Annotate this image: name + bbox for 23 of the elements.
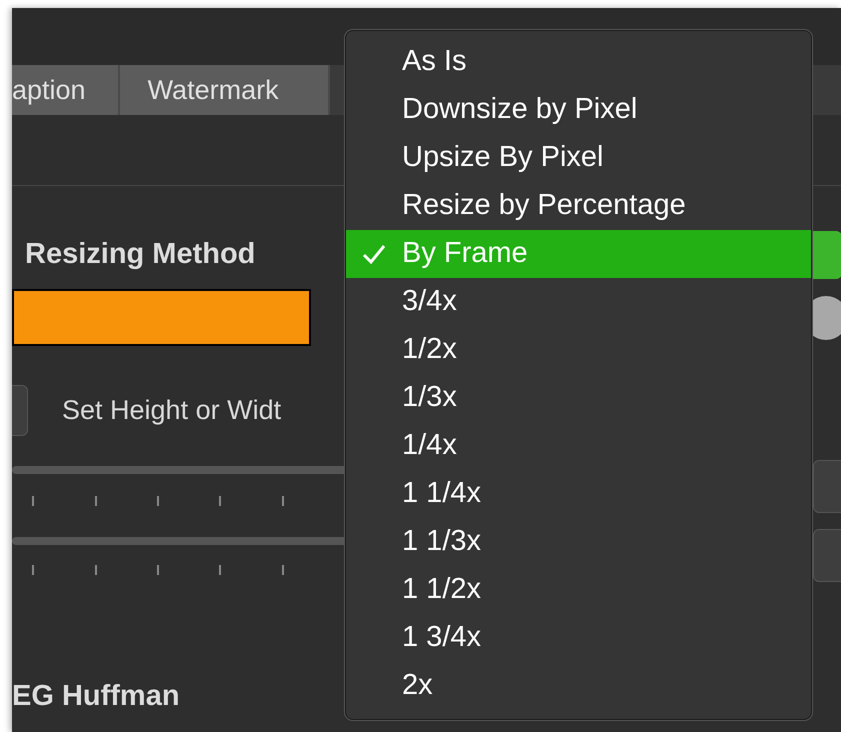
menu-item[interactable]: As Is xyxy=(346,38,811,86)
menu-item[interactable]: 1 1/2x xyxy=(346,566,811,614)
menu-item[interactable]: 1 3/4x xyxy=(346,614,811,662)
menu-item[interactable]: Downsize by Pixel xyxy=(346,86,811,134)
menu-item[interactable]: 1 1/4x xyxy=(346,470,811,518)
menu-item[interactable]: 1/2x xyxy=(346,326,811,374)
menu-item[interactable]: 3/4x xyxy=(346,278,811,326)
color-swatch[interactable] xyxy=(12,289,311,346)
button[interactable] xyxy=(12,385,28,436)
menu-item[interactable]: Resize by Percentage xyxy=(346,182,811,230)
menu-item[interactable]: 1 1/3x xyxy=(346,518,811,566)
number-field[interactable] xyxy=(813,529,841,582)
tab[interactable]: Watermark xyxy=(120,65,330,115)
section-heading: EG Huffman xyxy=(12,682,180,711)
tab[interactable]: aption xyxy=(12,65,120,115)
menu-item[interactable]: 1/3x xyxy=(346,374,811,422)
number-field[interactable] xyxy=(813,460,841,513)
menu-item[interactable]: Upsize By Pixel xyxy=(346,134,811,182)
resizing-method-label: Resizing Method xyxy=(25,237,256,272)
menu-item[interactable]: 1/4x xyxy=(346,422,811,470)
option-label: Set Height or Widt xyxy=(62,394,282,428)
checkmark-icon xyxy=(362,244,386,264)
menu-item[interactable]: 2x xyxy=(346,662,811,710)
